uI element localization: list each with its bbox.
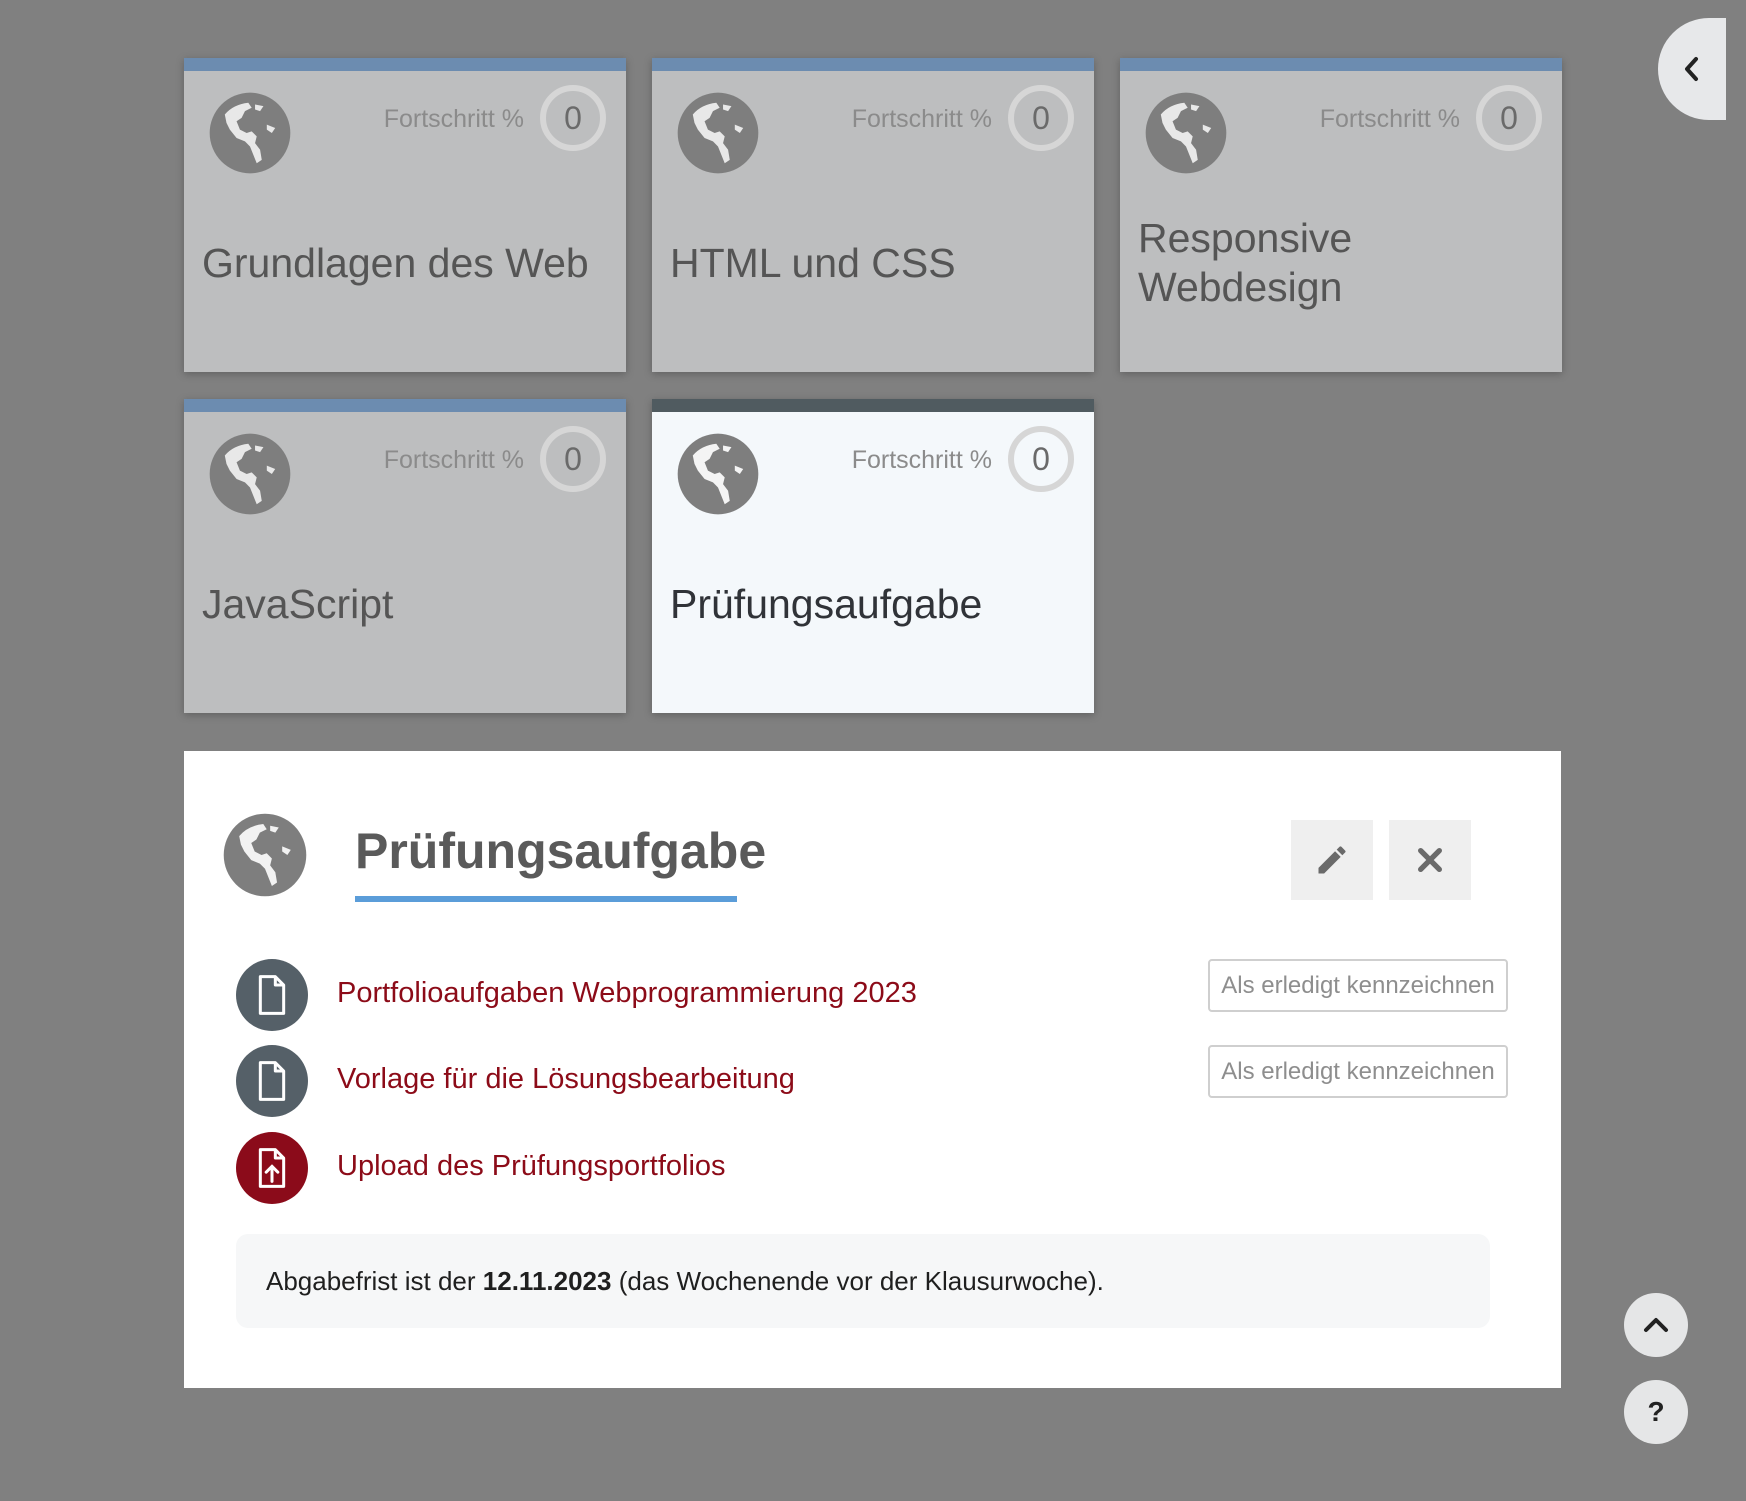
activity-link[interactable]: Upload des Prüfungsportfolios xyxy=(337,1150,726,1183)
mark-done-button[interactable]: Als erledigt kennzeichnen xyxy=(1208,959,1508,1012)
section-tile-pruefungsaufgabe[interactable]: Fortschritt % 0 Prüfungsaufgabe xyxy=(652,399,1094,713)
scroll-top-button[interactable] xyxy=(1624,1293,1688,1357)
panel-title: Prüfungsaufgabe xyxy=(355,823,767,879)
progress-value: 0 xyxy=(564,100,582,136)
mark-done-button[interactable]: Als erledigt kennzeichnen xyxy=(1208,1045,1508,1098)
globe-icon xyxy=(223,813,307,897)
progress-ring: 0 xyxy=(538,424,608,494)
file-icon xyxy=(236,1045,308,1117)
tile-title: JavaScript xyxy=(202,580,394,627)
file-upload-icon xyxy=(236,1132,308,1204)
activity-link[interactable]: Vorlage für die Lösungsbearbeitung xyxy=(337,1063,795,1096)
globe-icon xyxy=(677,433,759,515)
deadline-date: 12.11.2023 xyxy=(482,1266,612,1296)
tile-title: Prüfungsaufgabe xyxy=(670,580,983,627)
help-label: ? xyxy=(1647,1396,1665,1427)
note-prefix: Abgabefrist ist der xyxy=(266,1266,483,1296)
activity-row: Upload des Prüfungsportfolios xyxy=(236,1132,1508,1204)
title-underline xyxy=(355,896,737,902)
deadline-note: Abgabefrist ist der 12.11.2023 (das Woch… xyxy=(236,1234,1490,1328)
chevron-left-icon xyxy=(1685,57,1698,81)
progress-label: Fortschritt % xyxy=(851,446,992,474)
globe-icon xyxy=(209,433,291,515)
section-tile-responsive[interactable]: Fortschritt % 0 Responsive Webdesign xyxy=(1120,58,1562,372)
progress-label: Fortschritt % xyxy=(851,105,992,133)
progress-value: 0 xyxy=(564,441,582,477)
progress-value: 0 xyxy=(1032,441,1050,477)
sidebar-toggle-button[interactable] xyxy=(1658,18,1726,120)
progress-label: Fortschritt % xyxy=(383,105,524,133)
activity-row: Portfolioaufgaben Webprogrammierung 2023… xyxy=(236,959,1508,1031)
globe-icon xyxy=(1145,92,1227,174)
progress-ring: 0 xyxy=(1474,83,1544,153)
globe-icon xyxy=(209,92,291,174)
progress-ring: 0 xyxy=(1006,424,1076,494)
progress-ring: 0 xyxy=(1006,83,1076,153)
note-text: Abgabefrist ist der 12.11.2023 (das Woch… xyxy=(266,1266,1104,1297)
tile-title: Responsive Webdesign xyxy=(1138,215,1353,310)
section-tile-grundlagen[interactable]: Fortschritt % 0 Grundlagen des Web xyxy=(184,58,626,372)
progress-value: 0 xyxy=(1500,100,1518,136)
section-tile-javascript[interactable]: Fortschritt % 0 JavaScript xyxy=(184,399,626,713)
progress-label: Fortschritt % xyxy=(383,446,524,474)
section-tile-html-css[interactable]: Fortschritt % 0 HTML und CSS xyxy=(652,58,1094,372)
chevron-up-icon xyxy=(1644,1318,1668,1332)
activity-row: Vorlage für die Lösungsbearbeitung Als e… xyxy=(236,1045,1508,1117)
section-detail-panel: Prüfungsaufgabe Portfolioaufgaben Webpro… xyxy=(184,751,1561,1388)
tile-title: HTML und CSS xyxy=(670,239,956,286)
pencil-icon xyxy=(1318,846,1346,874)
close-icon xyxy=(1418,848,1442,872)
file-icon xyxy=(236,959,308,1031)
note-suffix: (das Wochenende vor der Klausurwoche). xyxy=(611,1266,1104,1296)
globe-icon xyxy=(677,92,759,174)
progress-ring: 0 xyxy=(538,83,608,153)
progress-label: Fortschritt % xyxy=(1319,105,1460,133)
activity-link[interactable]: Portfolioaufgaben Webprogrammierung 2023 xyxy=(337,977,917,1010)
close-button[interactable] xyxy=(1389,820,1471,900)
edit-button[interactable] xyxy=(1291,820,1373,900)
progress-value: 0 xyxy=(1032,100,1050,136)
help-button[interactable]: ? xyxy=(1624,1380,1688,1444)
tile-title: Grundlagen des Web xyxy=(202,239,589,286)
